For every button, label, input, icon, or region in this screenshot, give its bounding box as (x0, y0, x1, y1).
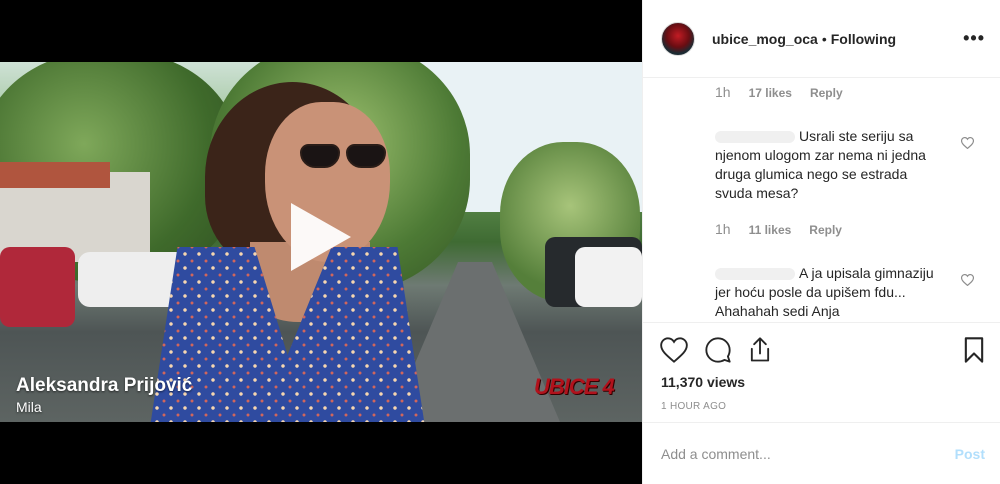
caption-role: Mila (16, 399, 42, 415)
sunglasses (300, 144, 390, 168)
video-car (575, 247, 642, 307)
comment-time: 1h (715, 84, 731, 100)
media-area: Aleksandra Prijović Mila UBICE 4 (0, 0, 642, 484)
add-comment-input[interactable] (661, 445, 955, 462)
video-player[interactable]: Aleksandra Prijović Mila UBICE 4 (0, 62, 642, 422)
comment-time: 1h (715, 221, 731, 237)
comment-item: Usrali ste seriju sa njenom ulogom zar n… (715, 127, 947, 203)
share-icon[interactable] (746, 336, 774, 364)
comment-icon[interactable] (704, 336, 732, 364)
post-actions: 11,370 views 1 HOUR AGO (643, 322, 1000, 422)
like-comment-heart-icon[interactable] (961, 137, 974, 149)
caption-name: Aleksandra Prijović (16, 375, 193, 396)
comment-item: A ja upisala gimnaziju jer hoću posle da… (715, 264, 947, 321)
add-comment-bar: Post (643, 422, 1000, 484)
comment-username-blurred (715, 268, 795, 281)
comment-meta: 1h 11 likes Reply (715, 221, 842, 239)
video-car (0, 247, 75, 327)
post-side-panel: ubice_mog_oca • Following ••• 1h 17 like… (642, 0, 1000, 484)
like-comment-heart-icon[interactable] (961, 274, 974, 286)
post-timestamp[interactable]: 1 HOUR AGO (661, 401, 726, 412)
comments-list[interactable]: 1h 17 likes Reply Usrali ste seriju sa n… (643, 78, 1000, 322)
heart-icon[interactable] (660, 336, 688, 364)
separator-dot: • (821, 30, 827, 47)
username-link[interactable]: ubice_mog_oca (712, 31, 818, 47)
more-options-icon[interactable]: ••• (963, 28, 985, 49)
reply-button[interactable]: Reply (810, 84, 843, 102)
comment-username-blurred (715, 131, 795, 144)
following-button[interactable]: Following (831, 31, 896, 47)
video-roof (0, 162, 110, 188)
post-header: ubice_mog_oca • Following ••• (643, 0, 1000, 78)
comment-meta: 1h 17 likes Reply (715, 84, 843, 102)
post-comment-button[interactable]: Post (955, 446, 985, 462)
show-logo: UBICE 4 (534, 374, 615, 399)
play-icon[interactable] (291, 203, 351, 271)
post-viewer: Aleksandra Prijović Mila UBICE 4 ubice_m… (0, 0, 1000, 484)
comment-likes[interactable]: 17 likes (749, 84, 792, 102)
view-count[interactable]: 11,370 views (661, 374, 745, 390)
reply-button[interactable]: Reply (809, 221, 842, 239)
comment-likes[interactable]: 11 likes (749, 221, 792, 239)
bookmark-icon[interactable] (960, 336, 988, 364)
avatar[interactable] (661, 21, 695, 56)
